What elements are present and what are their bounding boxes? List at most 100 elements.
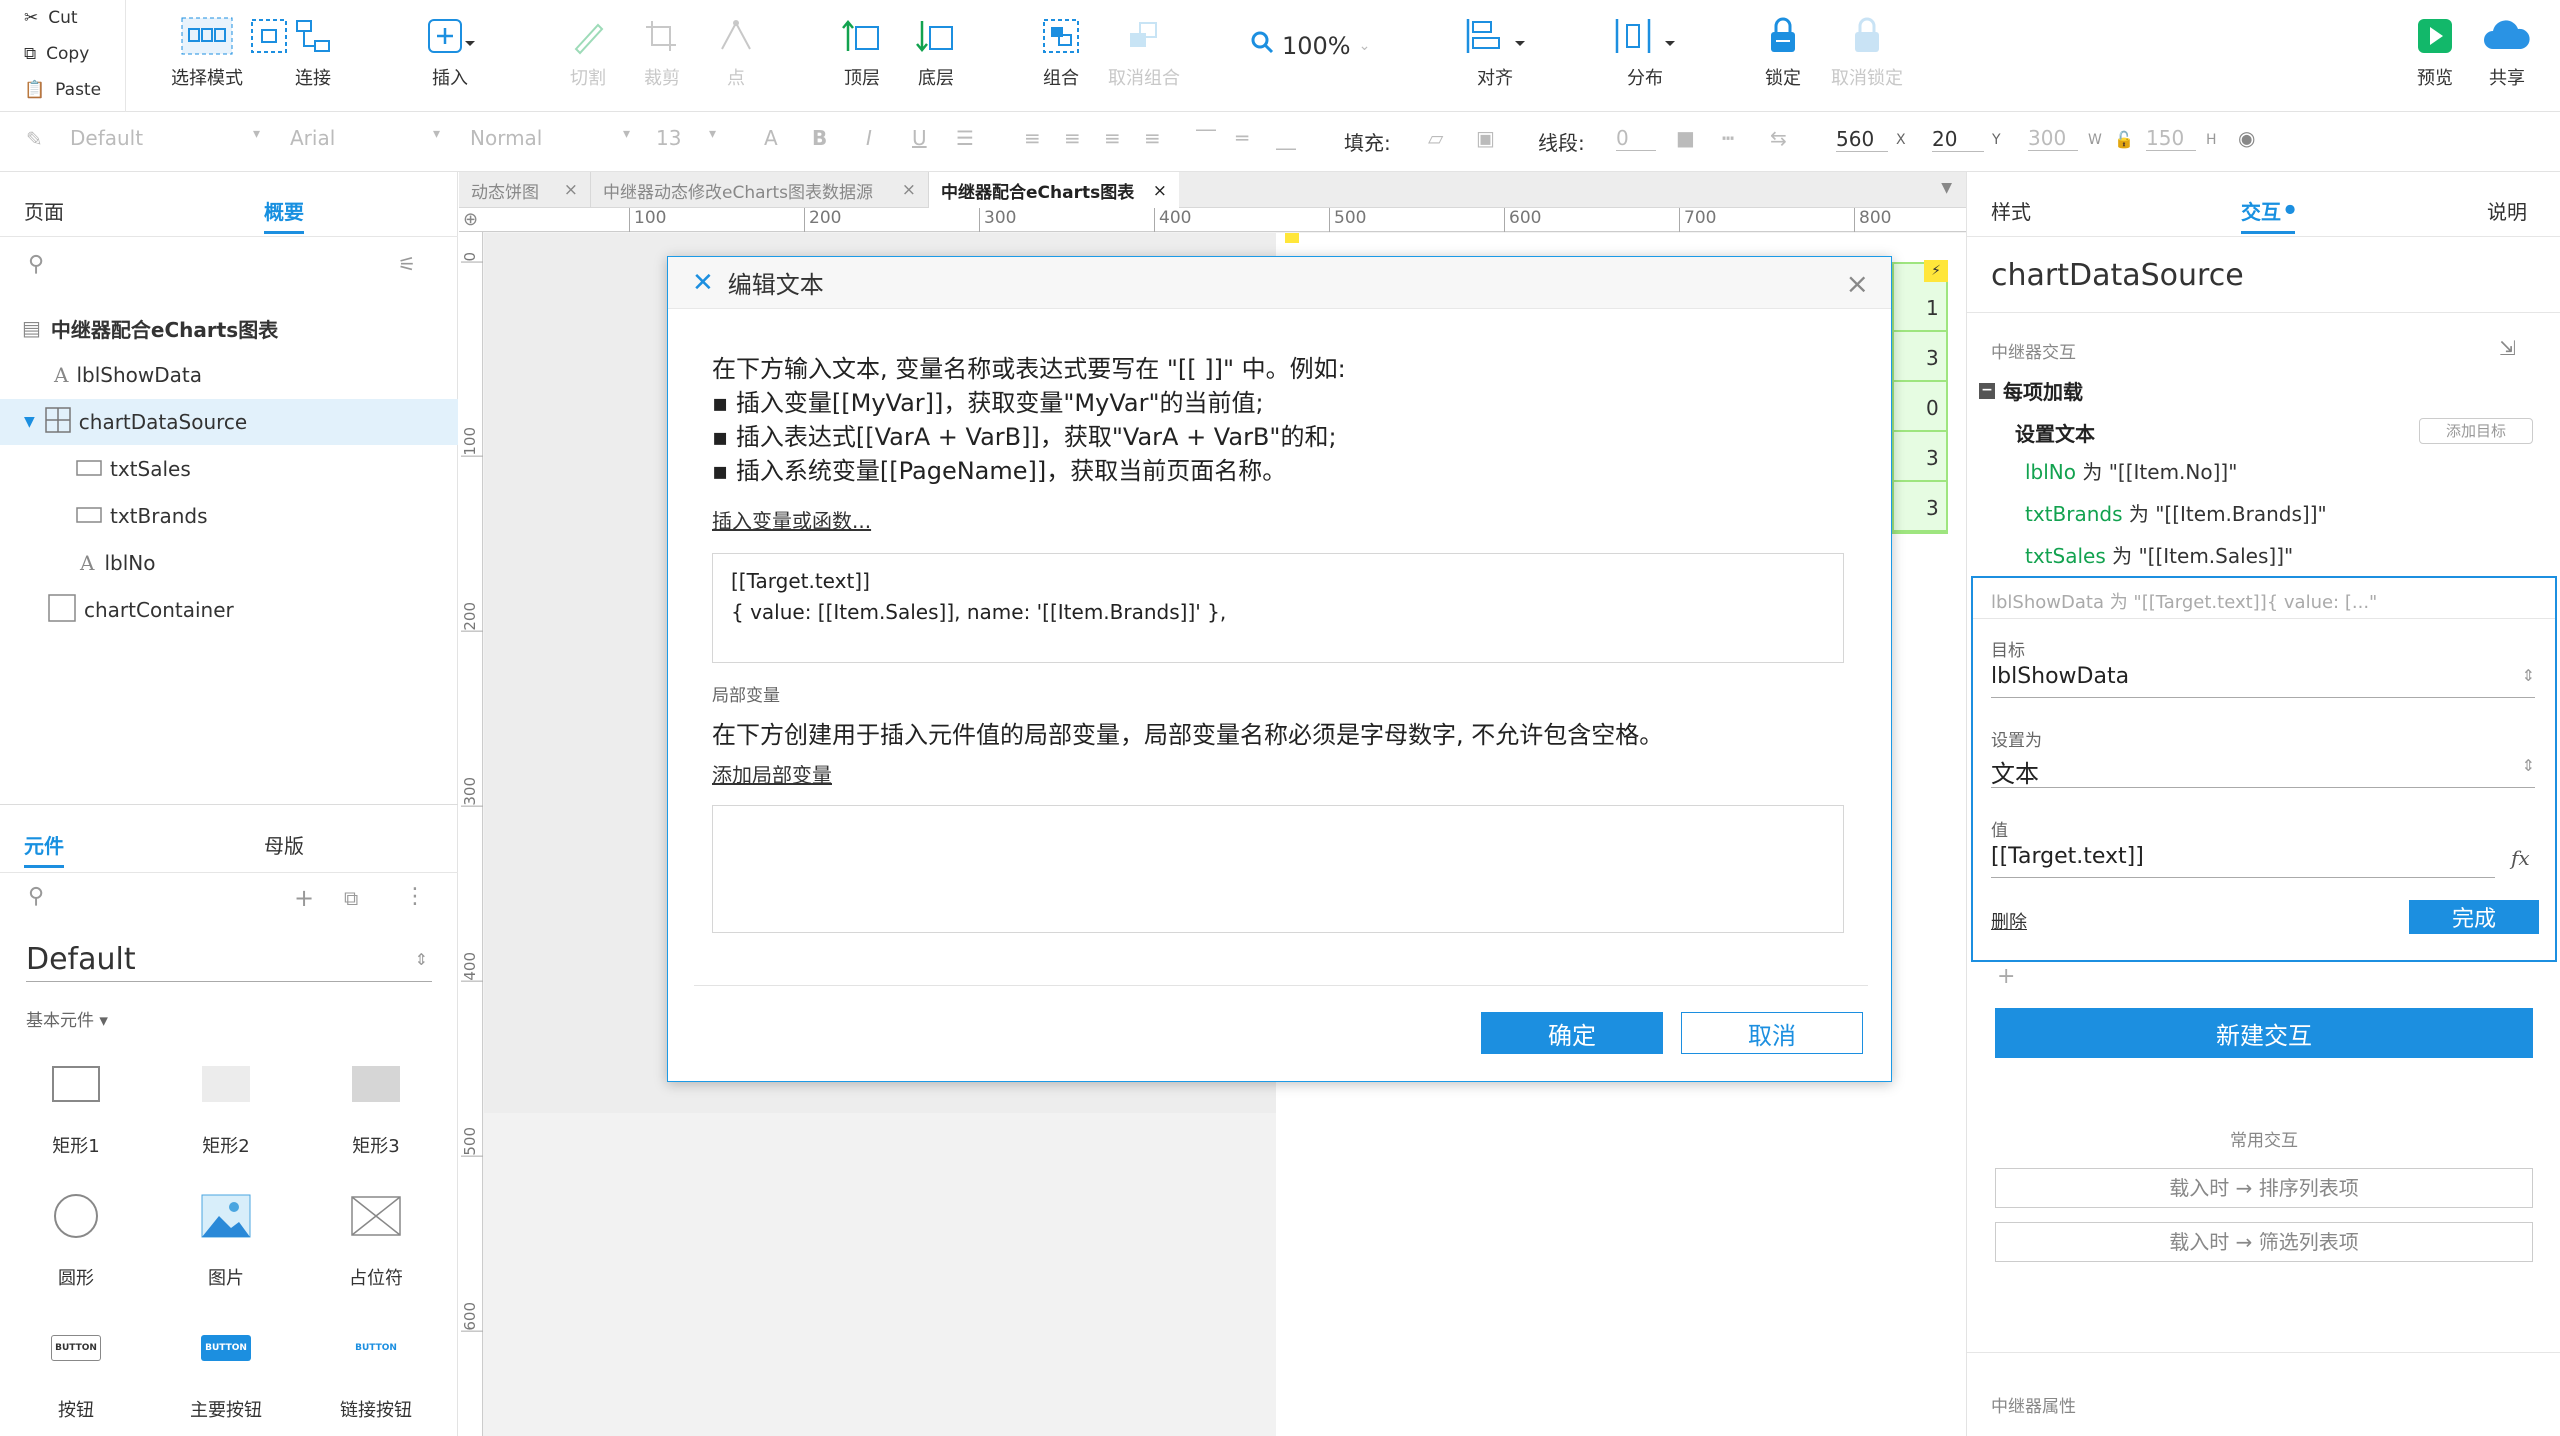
close-icon[interactable]: ×: [1846, 267, 1869, 300]
widget-link-button[interactable]: BUTTON 链接按钮: [316, 1320, 436, 1422]
close-icon[interactable]: ×: [1153, 181, 1167, 201]
collapse-minus-icon[interactable]: −: [1979, 382, 1995, 399]
close-icon[interactable]: ×: [902, 180, 916, 200]
close-icon[interactable]: ×: [564, 180, 578, 200]
connect-button[interactable]: 连接: [258, 14, 368, 90]
add-local-var-link[interactable]: 添加局部变量: [712, 759, 832, 788]
action-set-text[interactable]: 设置文本: [2015, 418, 2095, 447]
align-button[interactable]: 对齐: [1440, 14, 1550, 90]
paste-button[interactable]: 📋 Paste: [0, 72, 125, 108]
underline-icon[interactable]: U: [912, 126, 927, 150]
set-as-select[interactable]: 文本 ⇕: [1991, 754, 2535, 788]
widget-rectangle3[interactable]: 矩形3: [316, 1056, 436, 1158]
tab-widgets[interactable]: 元件: [24, 830, 64, 868]
new-interaction-button[interactable]: 新建交互: [1995, 1008, 2533, 1058]
assignment-row[interactable]: txtSales 为 "[[Item.Sales]]": [2025, 540, 2293, 569]
function-fx-icon[interactable]: fx: [2511, 846, 2530, 870]
font-weight-select[interactable]: Normal ▾: [470, 126, 630, 150]
font-size-select[interactable]: 13 ▾: [656, 126, 716, 150]
filter-icon[interactable]: ⚟: [398, 252, 416, 276]
doc-tab-1[interactable]: 动态饼图 ×: [459, 172, 591, 208]
insert-variable-link[interactable]: 插入变量或函数...: [712, 505, 871, 534]
assignment-row[interactable]: lblNo 为 "[[Item.No]]": [2025, 456, 2237, 485]
arrow-style-icon[interactable]: ⇆: [1770, 126, 1787, 150]
height-input[interactable]: 150: [2146, 126, 2196, 151]
share-button[interactable]: 共享: [2452, 14, 2560, 90]
insert-button[interactable]: 插入: [395, 14, 505, 90]
tree-item-lblShowData[interactable]: A lblShowData: [0, 352, 458, 398]
add-action-icon[interactable]: +: [1997, 964, 2015, 989]
add-library-icon[interactable]: +: [294, 884, 314, 912]
valign-top-icon[interactable]: ⎺: [1196, 126, 1216, 150]
library-icon[interactable]: ⧉: [344, 886, 358, 910]
more-vertical-icon[interactable]: ⋮: [404, 884, 426, 909]
widget-image[interactable]: 图片: [166, 1188, 286, 1290]
point-button[interactable]: 点: [681, 14, 791, 90]
doc-tab-3-active[interactable]: 中继器配合eCharts图表 ×: [929, 172, 1179, 209]
repeater-widget[interactable]: ⚡ 13033: [1892, 260, 1948, 534]
tree-item-txtSales[interactable]: txtSales: [0, 446, 458, 492]
tree-item-page[interactable]: ▤ 中继器配合eCharts图表: [0, 305, 458, 351]
done-button[interactable]: 完成: [2409, 900, 2539, 934]
assignment-row[interactable]: txtBrands 为 "[[Item.Brands]]": [2025, 498, 2327, 527]
tabs-dropdown-icon[interactable]: ▼: [1941, 180, 1952, 196]
align-left-icon[interactable]: ≡: [1024, 126, 1041, 150]
visibility-eye-icon[interactable]: ◉: [2238, 126, 2255, 150]
x-input[interactable]: 560: [1836, 127, 1888, 152]
align-right-icon[interactable]: ≡: [1104, 126, 1121, 150]
distribute-button[interactable]: 分布: [1590, 14, 1700, 90]
unlock-button[interactable]: 取消锁定: [1812, 14, 1922, 90]
delete-link[interactable]: 删除: [1991, 908, 2027, 934]
tree-item-lblNo[interactable]: A lblNo: [0, 540, 458, 586]
copy-button[interactable]: ⧉ Copy: [0, 36, 125, 72]
add-target-button[interactable]: 添加目标: [2419, 418, 2533, 444]
ungroup-button[interactable]: 取消组合: [1089, 14, 1199, 90]
tab-outline[interactable]: 概要: [264, 196, 304, 234]
tree-item-txtBrands[interactable]: txtBrands: [0, 493, 458, 539]
ok-button[interactable]: 确定: [1481, 1012, 1663, 1054]
widget-search-icon[interactable]: ⚲: [28, 884, 44, 909]
common-interaction-filter[interactable]: 载入时 → 筛选列表项: [1995, 1222, 2533, 1262]
tree-item-chartDataSource[interactable]: ▼ chartDataSource: [0, 399, 458, 445]
valign-bottom-icon[interactable]: ⎽: [1276, 126, 1296, 150]
widget-rectangle1[interactable]: 矩形1: [16, 1056, 136, 1158]
width-input[interactable]: 300: [2028, 126, 2078, 151]
event-item-load[interactable]: − 每项加载: [1979, 376, 2083, 405]
widget-button[interactable]: BUTTON 按钮: [16, 1320, 136, 1422]
widget-circle[interactable]: 圆形: [16, 1188, 136, 1290]
search-icon[interactable]: ⚲: [28, 252, 44, 277]
italic-icon[interactable]: I: [866, 126, 872, 150]
zoom-control[interactable]: 100% ⌄: [1250, 30, 1370, 62]
style-select[interactable]: Default ▾: [70, 126, 260, 150]
lock-aspect-icon[interactable]: 🔓: [2114, 130, 2134, 149]
target-select[interactable]: lblShowData ⇕: [1991, 664, 2535, 698]
list-icon[interactable]: ☰: [956, 126, 974, 150]
collapse-icon[interactable]: ⇲: [2499, 336, 2516, 360]
tree-item-chartContainer[interactable]: chartContainer: [0, 587, 458, 633]
cut-button[interactable]: ✂ Cut: [0, 0, 125, 36]
align-center-icon[interactable]: ≡: [1064, 126, 1081, 150]
expand-caret-icon[interactable]: ▼: [24, 414, 35, 430]
justify-icon[interactable]: ≡: [1144, 126, 1161, 150]
value-input[interactable]: [[Target.text]]: [1991, 844, 2495, 878]
tab-masters[interactable]: 母版: [264, 830, 304, 859]
stroke-width-input[interactable]: 0: [1616, 126, 1656, 151]
font-select[interactable]: Arial ▾: [290, 126, 440, 150]
stroke-color-icon[interactable]: ■: [1676, 126, 1695, 150]
widget-placeholder[interactable]: 占位符: [316, 1188, 436, 1290]
doc-tab-2[interactable]: 中继器动态修改eCharts图表数据源 ×: [591, 172, 929, 208]
widget-primary-button[interactable]: BUTTON 主要按钮: [166, 1320, 286, 1422]
tab-pages[interactable]: 页面: [24, 196, 64, 225]
widget-rectangle2[interactable]: 矩形2: [166, 1056, 286, 1158]
tab-notes[interactable]: 说明: [2487, 196, 2527, 225]
widget-name[interactable]: chartDataSource: [1991, 258, 2244, 293]
fill-color-icon[interactable]: ▱: [1428, 126, 1443, 150]
tab-style[interactable]: 样式: [1991, 196, 2031, 225]
stroke-pattern-icon[interactable]: ┅: [1722, 126, 1734, 150]
shadow-icon[interactable]: ▣: [1476, 126, 1495, 150]
send-bottom-button[interactable]: 底层: [881, 14, 991, 90]
library-select[interactable]: Default ⇕: [26, 942, 432, 982]
category-basic[interactable]: 基本元件 ▾: [26, 1006, 108, 1031]
tab-interactions[interactable]: 交互 ●: [2241, 196, 2296, 234]
bold-icon[interactable]: B: [812, 126, 827, 150]
